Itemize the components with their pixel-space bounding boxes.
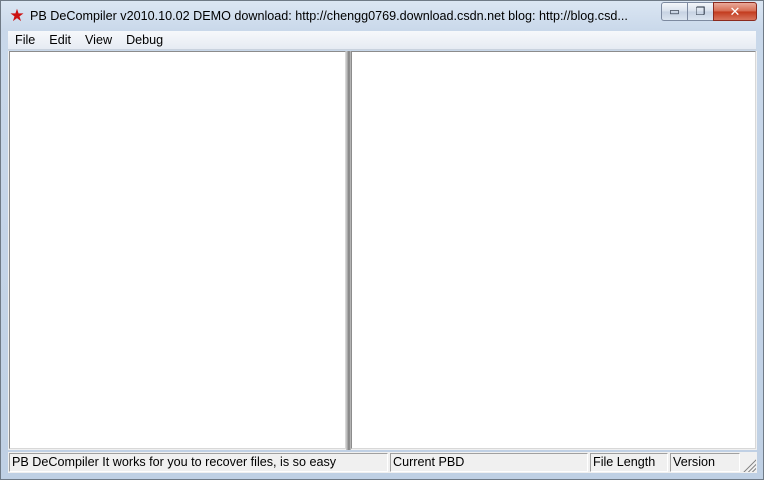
menu-bar: File Edit View Debug xyxy=(8,31,756,50)
minimize-button[interactable]: ▭ xyxy=(661,2,687,21)
restore-button[interactable]: ❐ xyxy=(687,2,713,21)
client-area xyxy=(8,51,757,450)
close-button[interactable]: ✕ xyxy=(713,2,757,21)
menu-file[interactable]: File xyxy=(8,31,42,50)
status-panel-current-pbd: Current PBD xyxy=(390,453,588,472)
resize-grip-icon[interactable] xyxy=(742,458,756,472)
title-bar[interactable]: ★ PB DeCompiler v2010.10.02 DEMO downloa… xyxy=(1,1,763,29)
caption-buttons: ▭ ❐ ✕ xyxy=(661,2,757,21)
menu-view[interactable]: View xyxy=(78,31,119,50)
right-source-pane[interactable] xyxy=(351,51,756,449)
close-icon: ✕ xyxy=(729,3,741,19)
status-panel-version: Version xyxy=(670,453,740,472)
menu-debug[interactable]: Debug xyxy=(119,31,170,50)
left-tree-pane[interactable] xyxy=(9,51,346,449)
status-panel-file-length: File Length xyxy=(590,453,668,472)
minimize-icon: ▭ xyxy=(669,6,680,18)
window-title: PB DeCompiler v2010.10.02 DEMO download:… xyxy=(30,9,628,23)
restore-icon: ❐ xyxy=(695,6,706,18)
menu-edit[interactable]: Edit xyxy=(42,31,78,50)
status-bar: PB DeCompiler It works for you to recove… xyxy=(8,452,757,473)
status-panel-message: PB DeCompiler It works for you to recove… xyxy=(9,453,388,472)
app-window: ★ PB DeCompiler v2010.10.02 DEMO downloa… xyxy=(0,0,764,480)
red-star-icon[interactable]: ★ xyxy=(8,7,26,25)
